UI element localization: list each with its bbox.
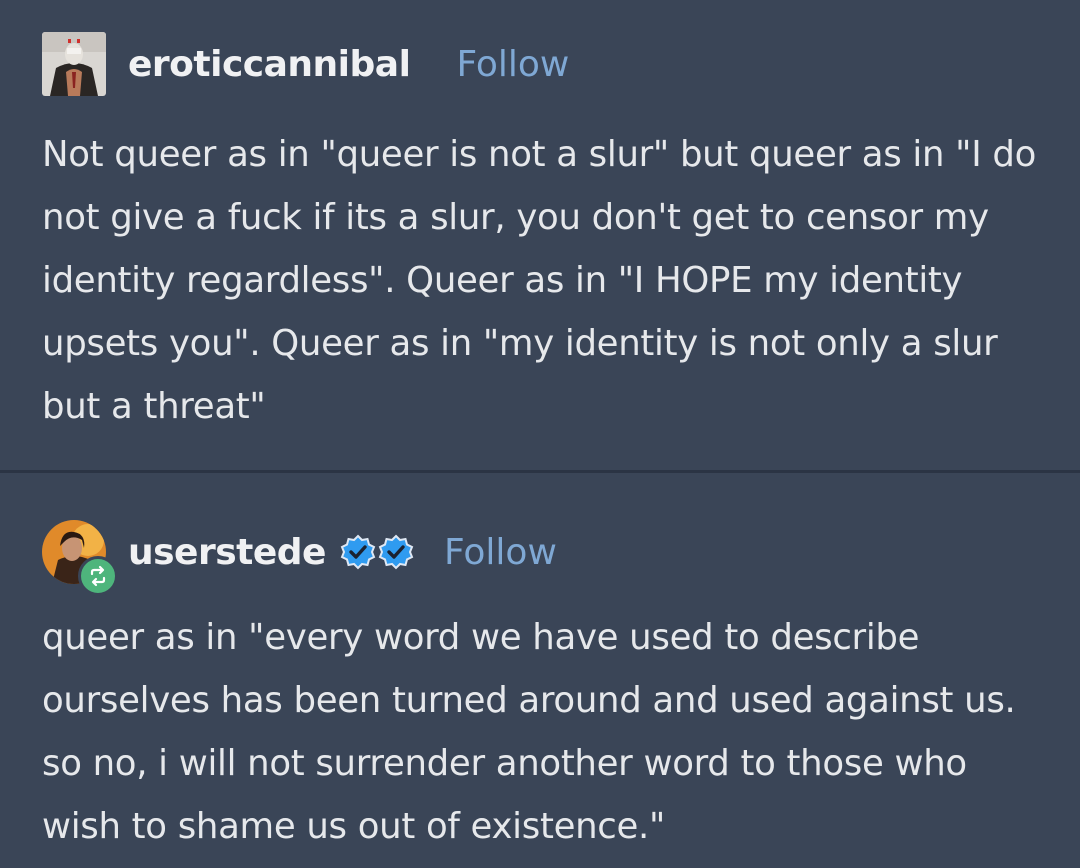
username[interactable]: userstede bbox=[128, 532, 326, 573]
username[interactable]: eroticcannibal bbox=[128, 44, 411, 85]
post-userstede: userstede Follow queer as in "every word… bbox=[0, 473, 1080, 868]
avatar[interactable] bbox=[42, 520, 118, 596]
post-text: Not queer as in "queer is not a slur" bu… bbox=[42, 134, 1036, 427]
post-header: eroticcannibal Follow bbox=[42, 32, 569, 96]
post-header: userstede Follow bbox=[42, 520, 557, 596]
verified-badge-icon bbox=[340, 534, 376, 570]
avatar[interactable] bbox=[42, 32, 106, 96]
follow-button[interactable]: Follow bbox=[456, 44, 569, 85]
follow-button[interactable]: Follow bbox=[444, 532, 557, 573]
verified-badge-icon bbox=[378, 534, 414, 570]
reblog-icon bbox=[78, 556, 118, 596]
post-text: queer as in "every word we have used to … bbox=[42, 617, 1016, 847]
post-eroticcannibal: eroticcannibal Follow Not queer as in "q… bbox=[0, 0, 1080, 470]
verified-badges bbox=[340, 534, 416, 570]
